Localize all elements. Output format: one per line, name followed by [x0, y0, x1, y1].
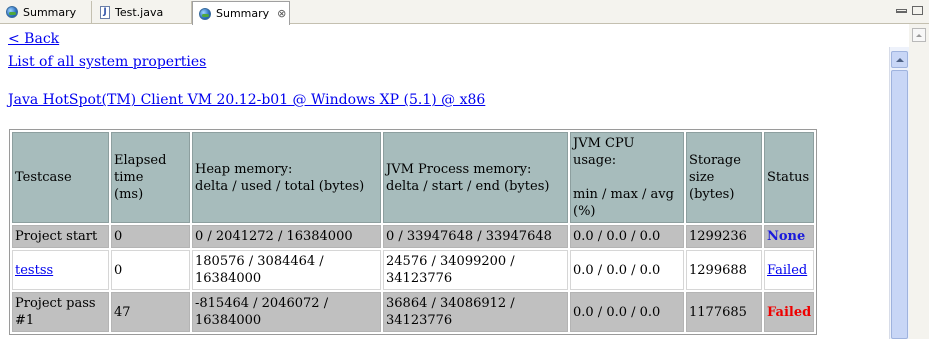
cell-testcase: Project pass #1	[12, 292, 109, 332]
summary-table: Testcase Elapsed time (ms) Heap memory: del…	[9, 129, 818, 335]
tab-summary-active[interactable]: Summary ⊗	[192, 1, 290, 25]
header-elapsed: Elapsed time (ms)	[111, 132, 190, 223]
java-file-icon: J	[100, 5, 110, 19]
cell-elapsed: 0	[111, 225, 190, 248]
cell-status: None	[764, 225, 815, 248]
cell-cpu: 0.0 / 0.0 / 0.0	[570, 250, 684, 290]
cell-storage: 1299236	[686, 225, 762, 248]
table-row: Project start 0 0 / 2041272 / 16384000 0…	[12, 225, 815, 248]
scroll-up-arrow-icon[interactable]	[891, 51, 908, 68]
cell-storage: 1177685	[686, 292, 762, 332]
header-jvm-cpu-usage: JVM CPU usage: min / max / avg (%)	[570, 132, 684, 223]
cell-elapsed: 0	[111, 250, 190, 290]
globe-icon	[6, 6, 18, 18]
cell-testcase: testss	[12, 250, 109, 290]
cell-cpu: 0.0 / 0.0 / 0.0	[570, 225, 684, 248]
cell-jvm-process: 24576 / 34099200 /34123776	[383, 250, 568, 290]
back-link[interactable]: < Back	[8, 31, 59, 47]
cell-jvm-process: 36864 / 34086912 /34123776	[383, 292, 568, 332]
status-failed-link[interactable]: Failed	[767, 263, 807, 278]
cell-testcase: Project start	[12, 225, 109, 248]
system-properties-link[interactable]: List of all system properties	[8, 54, 206, 70]
minimize-icon[interactable]	[896, 9, 907, 13]
tab-label: Summary	[23, 5, 77, 19]
vertical-scrollbar[interactable]	[889, 47, 909, 339]
testcase-link[interactable]: testss	[15, 263, 53, 278]
vm-info-link[interactable]: Java HotSpot(TM) Client VM 20.12-b01 @ W…	[8, 92, 485, 108]
cell-status: Failed	[764, 250, 815, 290]
summary-page: < Back List of all system properties Jav…	[0, 25, 889, 339]
header-status: Status	[764, 132, 815, 223]
cell-cpu: 0.0 / 0.0 / 0.0	[570, 292, 684, 332]
close-icon[interactable]: ⊗	[277, 7, 286, 20]
outer-scrollbar	[909, 24, 929, 339]
table-row: Project pass #1 47 -815464 / 2046072 /163…	[12, 292, 815, 332]
table-row: testss 0 180576 / 3084464 /16384000 2457…	[12, 250, 815, 290]
table-header-row: Testcase Elapsed time (ms) Heap memory: del…	[12, 132, 815, 223]
cell-storage: 1299688	[686, 250, 762, 290]
tab-summary-1[interactable]: Summary	[0, 1, 92, 23]
maximize-icon[interactable]	[912, 6, 923, 15]
cell-heap: -815464 / 2046072 /16384000	[192, 292, 381, 332]
status-badge: None	[767, 229, 806, 244]
scroll-thumb[interactable]	[891, 70, 908, 339]
cell-jvm-process: 0 / 33947648 / 33947648	[383, 225, 568, 248]
tab-test-java[interactable]: J Test.java	[94, 1, 192, 23]
status-badge: Failed	[767, 304, 812, 320]
tab-label: Test.java	[115, 5, 164, 19]
cell-elapsed: 47	[111, 292, 190, 332]
outer-scroll-up-icon[interactable]	[912, 28, 926, 42]
header-jvm-process-memory: JVM Process memory: delta / start / end (…	[383, 132, 568, 223]
header-storage-size: Storage size (bytes)	[686, 132, 762, 223]
cell-heap: 180576 / 3084464 /16384000	[192, 250, 381, 290]
tab-label: Summary	[216, 7, 270, 20]
header-testcase: Testcase	[12, 132, 109, 223]
globe-icon	[199, 7, 211, 20]
cell-status: Failed	[764, 292, 815, 332]
header-heap-memory: Heap memory: delta / used / total (bytes)	[192, 132, 381, 223]
cell-heap: 0 / 2041272 / 16384000	[192, 225, 381, 248]
editor-tab-bar: Summary J Test.java Summary ⊗	[0, 0, 929, 25]
